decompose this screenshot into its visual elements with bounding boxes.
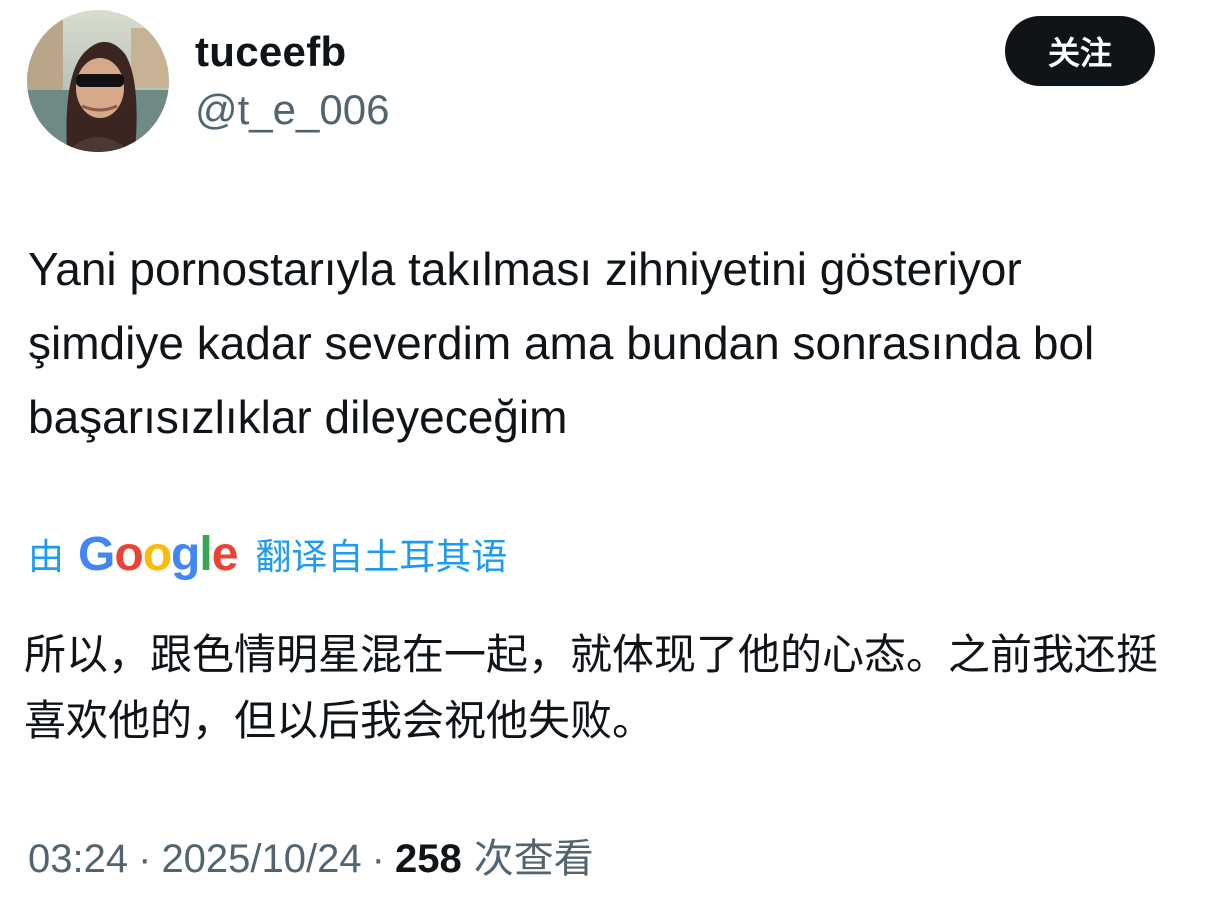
user-handle[interactable]: @t_e_006 xyxy=(195,86,389,134)
tweet-time[interactable]: 03:24 xyxy=(28,837,128,882)
display-name[interactable]: tuceefb xyxy=(195,28,346,76)
translation-attribution[interactable]: 由 Google 翻译自土耳其语 xyxy=(28,524,507,584)
tweet-date[interactable]: 2025/10/24 xyxy=(161,837,361,882)
google-logo-letter: o xyxy=(142,527,172,581)
google-logo-letter: g xyxy=(171,527,200,581)
translated-text: 所以，跟色情明星混在一起，就体现了他的心态。之前我还挺喜欢他的，但以后我会祝他失… xyxy=(24,630,1159,745)
meta-separator: · xyxy=(371,837,385,881)
translation-source-label: 翻译自土耳其语 xyxy=(255,537,508,578)
translation-prefix: 由 xyxy=(28,537,65,578)
avatar[interactable] xyxy=(27,10,169,152)
google-logo-letter: o xyxy=(114,527,143,581)
google-logo-letter: G xyxy=(78,527,115,581)
tweet-meta: 03:24 · 2025/10/24 · 258 次查看 xyxy=(28,826,594,884)
view-label: 次查看 xyxy=(473,836,594,882)
view-count[interactable]: 258 xyxy=(395,837,462,882)
tweet-text: Yani pornostarıyla takılması zihniyetini… xyxy=(28,243,1095,443)
meta-separator: · xyxy=(138,837,152,881)
google-logo: Google xyxy=(78,527,239,582)
google-logo-letter: l xyxy=(199,527,212,581)
avatar-photo xyxy=(27,10,169,152)
google-logo-letter: e xyxy=(211,527,239,581)
follow-button[interactable]: 关注 xyxy=(1005,16,1155,86)
